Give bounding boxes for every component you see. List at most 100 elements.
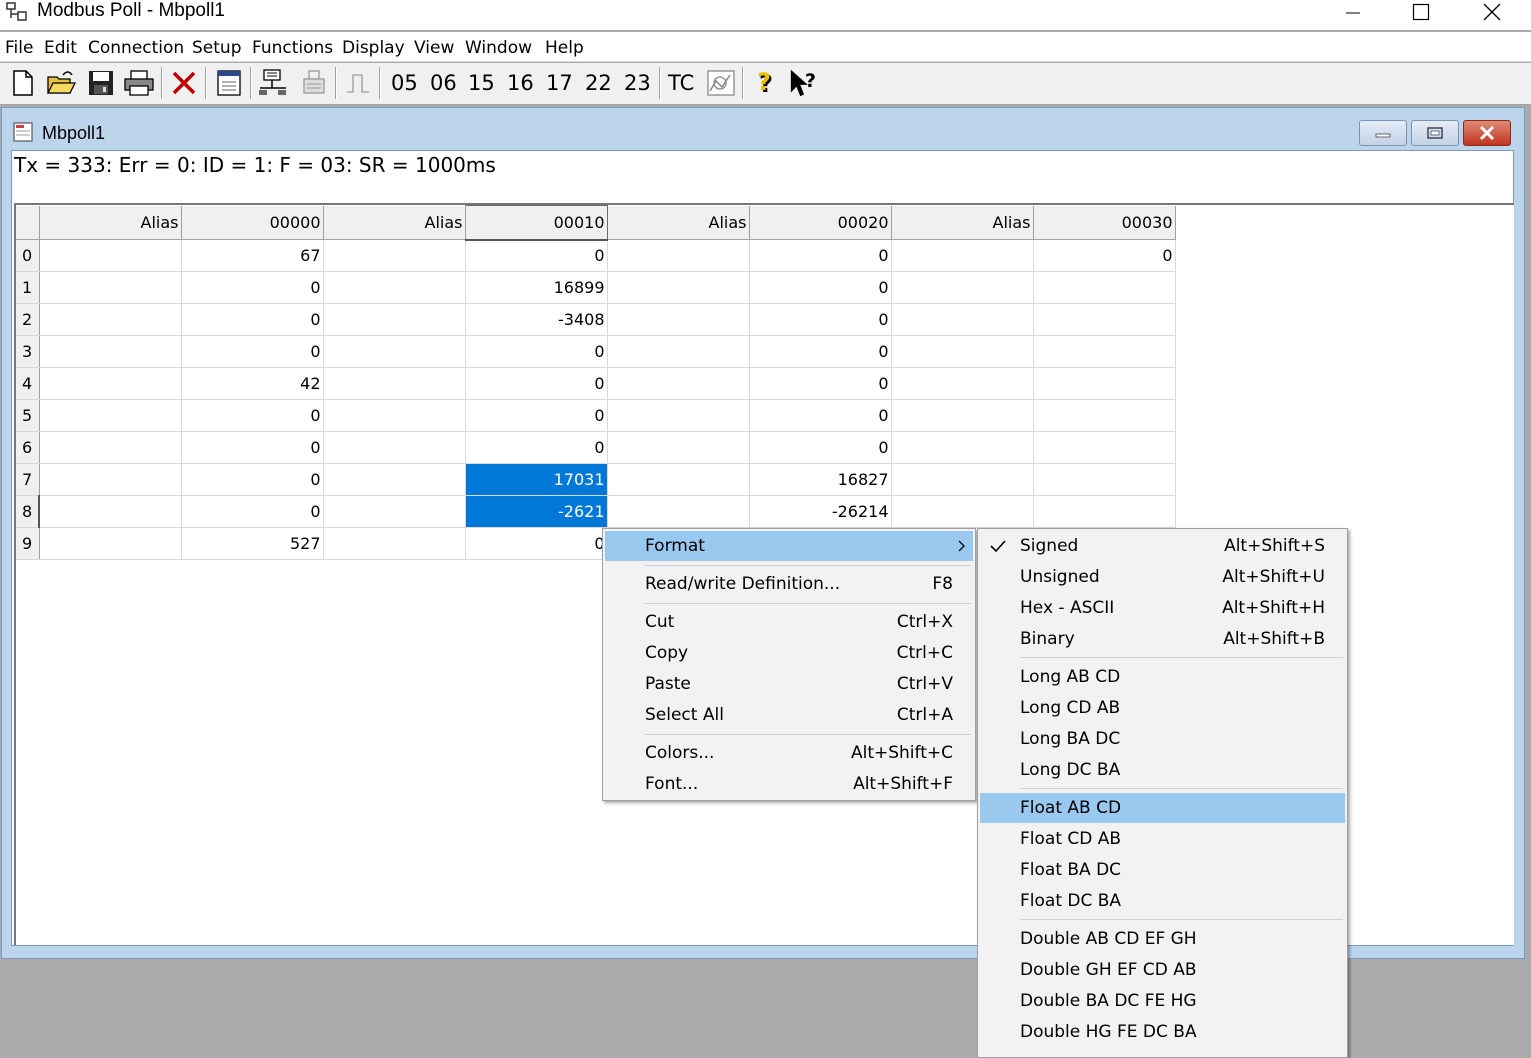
menu-item-float-ab-cd[interactable]: Float AB CD: [980, 793, 1345, 823]
menu-item-double-ab-cd-ef-gh[interactable]: Double AB CD EF GH: [980, 924, 1345, 954]
menu-item-long-cd-ab[interactable]: Long CD AB: [980, 693, 1345, 723]
alias-cell[interactable]: [323, 335, 466, 368]
register-cell-00000[interactable]: 0: [181, 303, 324, 336]
menu-item-signed[interactable]: Signed Alt+Shift+S: [980, 531, 1345, 561]
alias-cell[interactable]: [607, 335, 750, 368]
register-cell-00000[interactable]: 0: [181, 463, 324, 496]
menu-connection[interactable]: Connection: [88, 38, 184, 58]
alias-cell[interactable]: [323, 463, 466, 496]
alias-cell[interactable]: [891, 271, 1034, 304]
menu-item-float-cd-ab[interactable]: Float CD AB: [980, 824, 1345, 854]
register-cell-00010[interactable]: 0: [465, 239, 608, 272]
minimize-button[interactable]: [1330, 0, 1376, 24]
alias-cell[interactable]: [891, 431, 1034, 464]
menu-setup[interactable]: Setup: [192, 38, 241, 58]
column-header-alias[interactable]: Alias: [607, 205, 750, 240]
menu-edit[interactable]: Edit: [44, 38, 77, 58]
function-16-button[interactable]: 16: [507, 71, 534, 95]
row-header[interactable]: 2: [16, 303, 40, 336]
register-cell-00000[interactable]: 0: [181, 431, 324, 464]
alias-cell[interactable]: [39, 527, 182, 560]
column-header-00000[interactable]: 00000: [181, 205, 324, 240]
alias-cell[interactable]: [607, 399, 750, 432]
register-cell-00030[interactable]: [1033, 495, 1176, 528]
menu-item-hex-ascii[interactable]: Hex - ASCII Alt+Shift+H: [980, 593, 1345, 623]
alias-cell[interactable]: [607, 239, 750, 272]
column-header-00020[interactable]: 00020: [749, 205, 892, 240]
register-cell-00010[interactable]: -3408: [465, 303, 608, 336]
menu-item-paste[interactable]: Paste Ctrl+V: [605, 669, 973, 699]
register-cell-00020[interactable]: 0: [749, 335, 892, 368]
register-cell-00000[interactable]: 42: [181, 367, 324, 400]
row-header[interactable]: 1: [16, 271, 40, 304]
alias-cell[interactable]: [323, 239, 466, 272]
column-header-alias[interactable]: Alias: [39, 205, 182, 240]
column-header-00010[interactable]: 00010: [464, 205, 608, 241]
close-button[interactable]: [1469, 0, 1515, 24]
alias-cell[interactable]: [39, 431, 182, 464]
alias-cell[interactable]: [39, 271, 182, 304]
alias-cell[interactable]: [39, 367, 182, 400]
test-center-button[interactable]: TC: [668, 71, 694, 95]
register-cell-00020[interactable]: 0: [749, 303, 892, 336]
menu-item-double-ba-dc-fe-hg[interactable]: Double BA DC FE HG: [980, 986, 1345, 1016]
register-cell-00030[interactable]: [1033, 271, 1176, 304]
read-write-definition-button[interactable]: [212, 66, 246, 100]
function-17-button[interactable]: 17: [546, 71, 573, 95]
column-header-00030[interactable]: 00030: [1033, 205, 1176, 240]
menu-item-float-ba-dc[interactable]: Float BA DC: [980, 855, 1345, 885]
register-cell-00030[interactable]: [1033, 303, 1176, 336]
menu-functions[interactable]: Functions: [252, 38, 333, 58]
register-cell-00010[interactable]: 16899: [465, 271, 608, 304]
alias-cell[interactable]: [323, 431, 466, 464]
register-cell-00020[interactable]: 0: [749, 431, 892, 464]
alias-cell[interactable]: [39, 239, 182, 272]
maximize-button[interactable]: [1398, 0, 1444, 24]
row-header[interactable]: 8: [16, 495, 40, 528]
alias-cell[interactable]: [323, 399, 466, 432]
function-23-button[interactable]: 23: [624, 71, 651, 95]
alias-cell[interactable]: [607, 303, 750, 336]
help-button[interactable]: ??: [750, 66, 784, 100]
register-cell-00020[interactable]: 0: [749, 271, 892, 304]
register-cell-00030[interactable]: [1033, 335, 1176, 368]
menu-item-long-ba-dc[interactable]: Long BA DC: [980, 724, 1345, 754]
function-05-button[interactable]: 05: [391, 71, 418, 95]
menu-item-colors[interactable]: Colors... Alt+Shift+C: [605, 738, 973, 768]
alias-cell[interactable]: [323, 303, 466, 336]
alias-cell[interactable]: [39, 463, 182, 496]
register-cell-00000[interactable]: 67: [181, 239, 324, 272]
trend-chart-button[interactable]: [704, 66, 738, 100]
open-button[interactable]: [44, 66, 78, 100]
menu-help[interactable]: Help: [545, 38, 584, 58]
menu-item-cut[interactable]: Cut Ctrl+X: [605, 607, 973, 637]
register-cell-00010[interactable]: 0: [465, 431, 608, 464]
register-cell-00010[interactable]: 0: [465, 335, 608, 368]
menu-display[interactable]: Display: [342, 38, 405, 58]
alias-cell[interactable]: [607, 271, 750, 304]
register-cell-00000[interactable]: 0: [181, 399, 324, 432]
row-header[interactable]: 6: [16, 431, 40, 464]
register-cell-00000[interactable]: 527: [181, 527, 324, 560]
alias-cell[interactable]: [607, 431, 750, 464]
register-cell-00010[interactable]: 0: [465, 399, 608, 432]
register-cell-00000[interactable]: 0: [181, 335, 324, 368]
alias-cell[interactable]: [891, 463, 1034, 496]
register-cell-00020[interactable]: -26214: [749, 495, 892, 528]
row-header[interactable]: 0: [16, 239, 40, 272]
alias-cell[interactable]: [607, 495, 750, 528]
disconnect-button[interactable]: [167, 66, 201, 100]
register-cell-00030[interactable]: 0: [1033, 239, 1176, 272]
row-header[interactable]: 3: [16, 335, 40, 368]
alias-cell[interactable]: [891, 303, 1034, 336]
register-cell-00030[interactable]: [1033, 431, 1176, 464]
menu-item-double-hg-fe-dc-ba[interactable]: Double HG FE DC BA: [980, 1017, 1345, 1047]
register-cell-00000[interactable]: 0: [181, 271, 324, 304]
register-cell-00000[interactable]: 0: [181, 495, 324, 528]
menu-view[interactable]: View: [414, 38, 454, 58]
save-button[interactable]: [84, 66, 118, 100]
alias-cell[interactable]: [607, 367, 750, 400]
alias-cell[interactable]: [39, 399, 182, 432]
function-22-button[interactable]: 22: [585, 71, 612, 95]
menu-item-unsigned[interactable]: Unsigned Alt+Shift+U: [980, 562, 1345, 592]
